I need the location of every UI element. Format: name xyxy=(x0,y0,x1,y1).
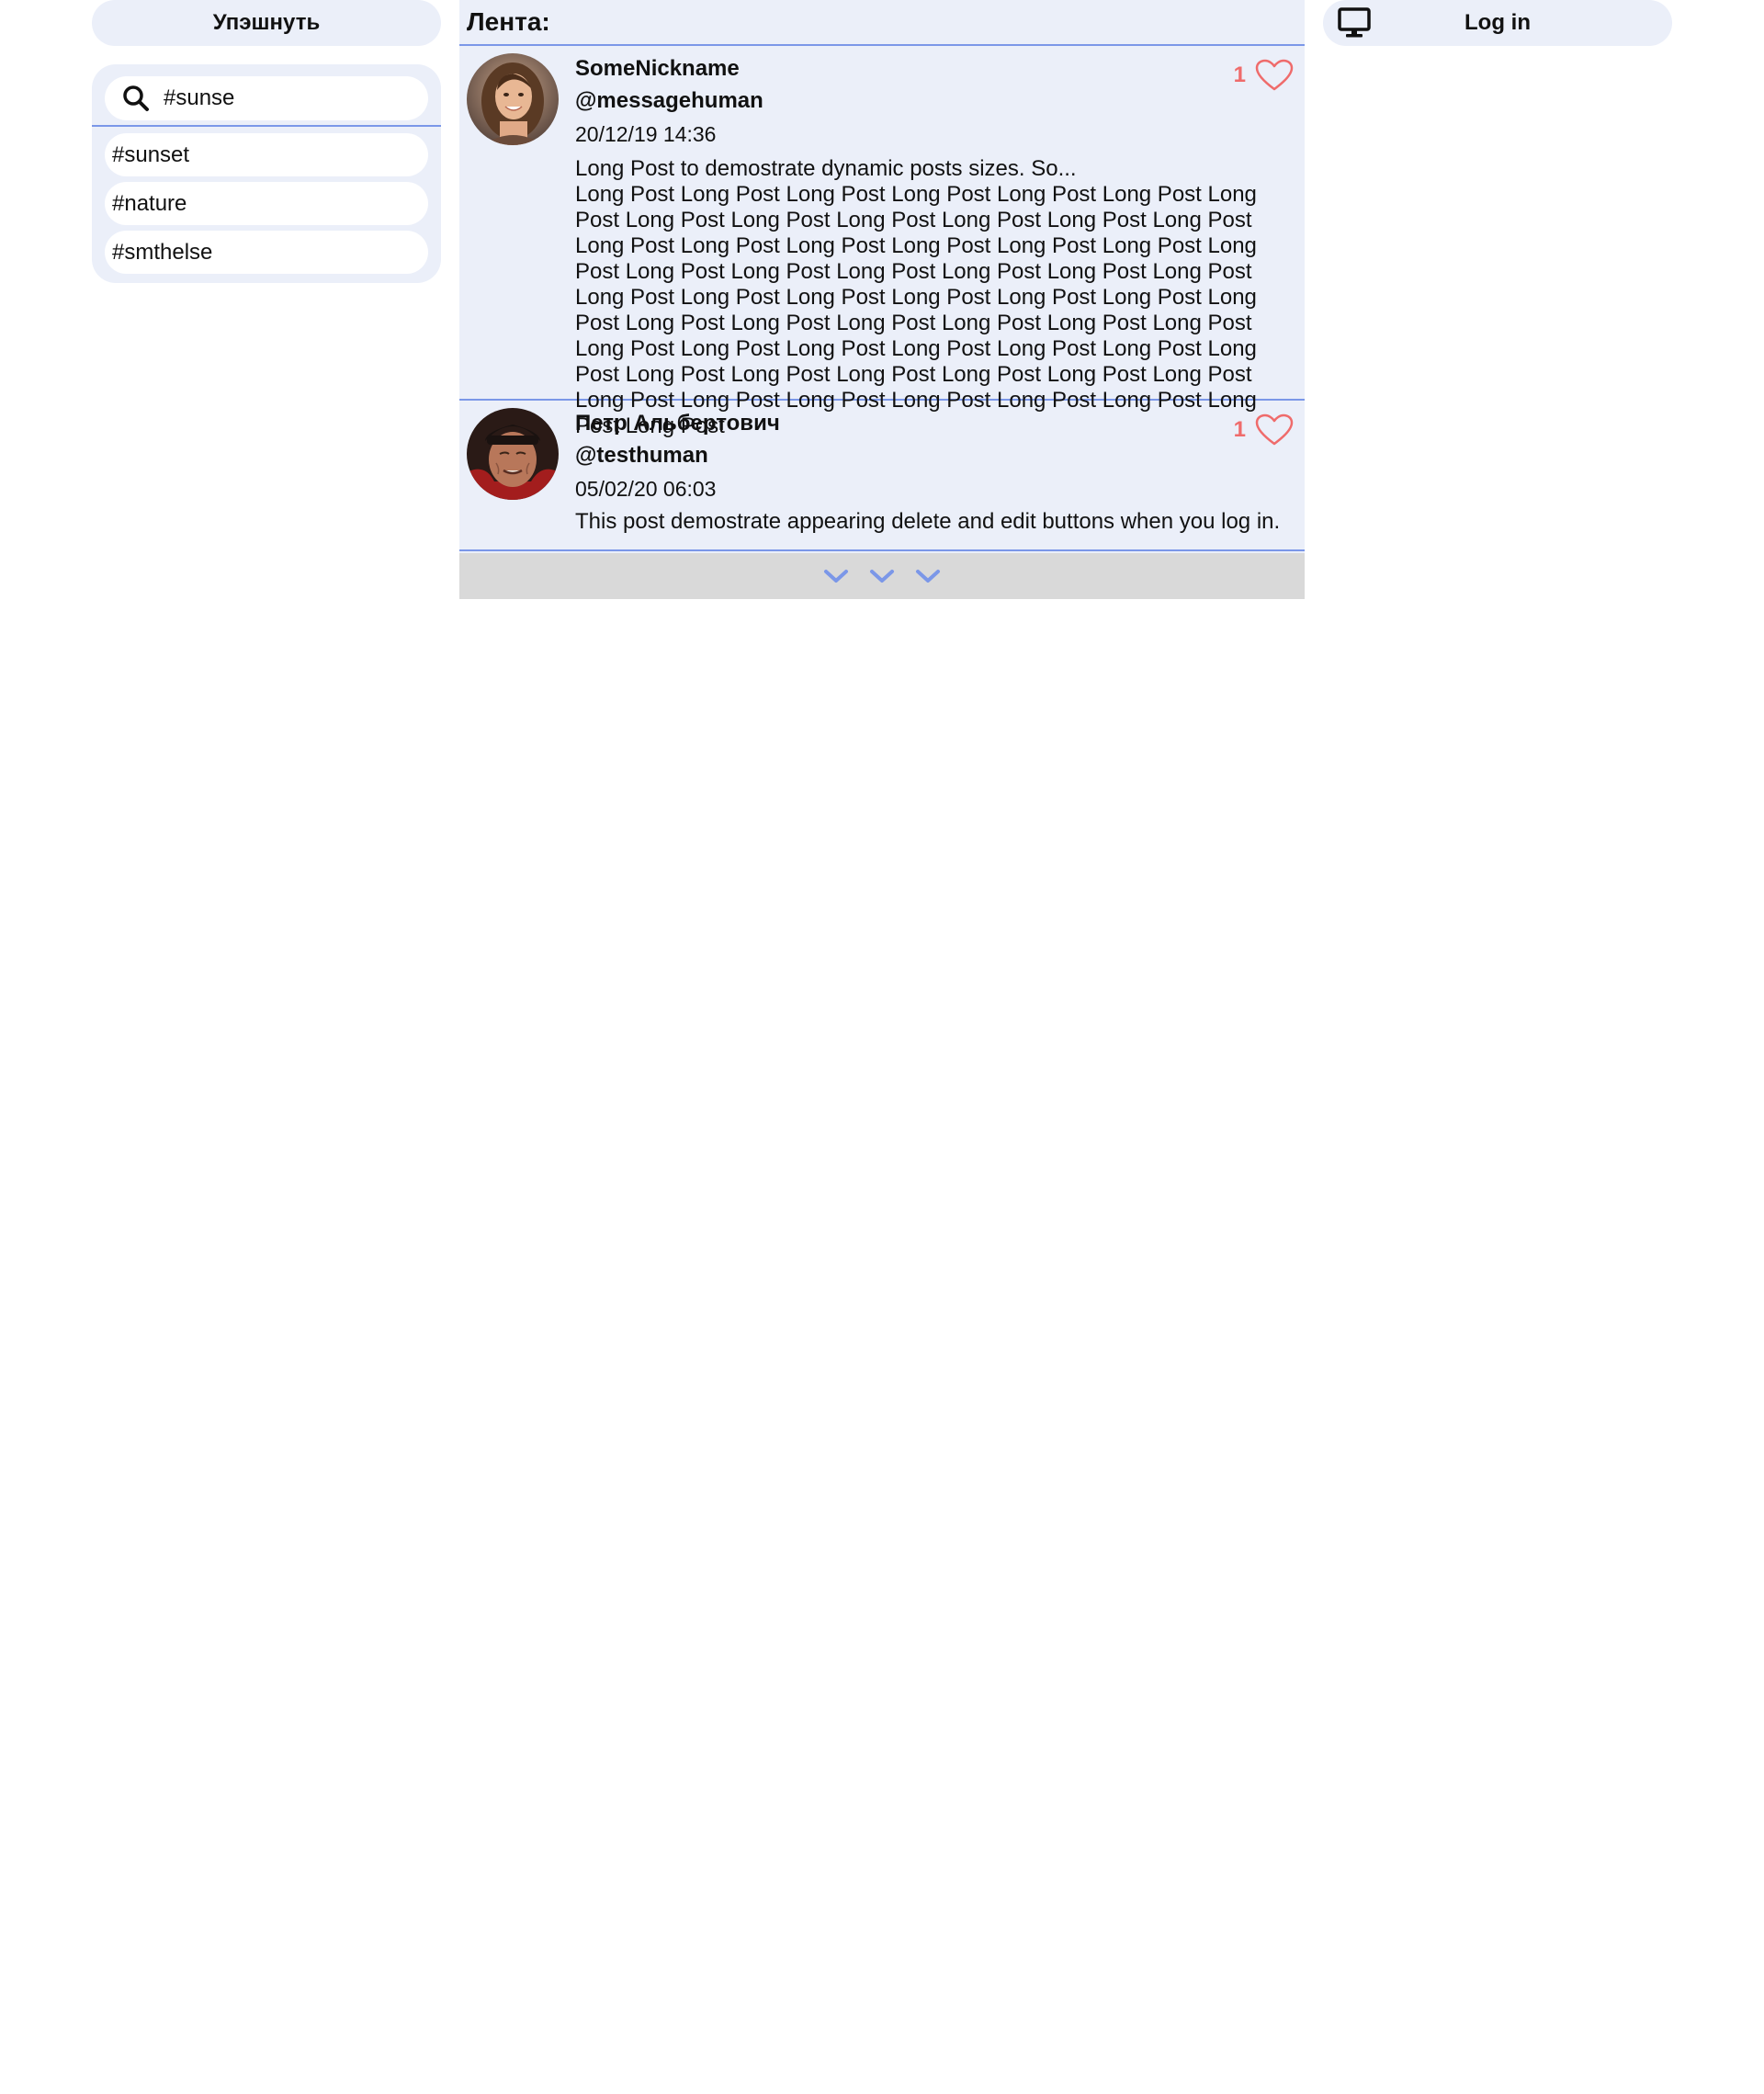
login-label: Log in xyxy=(1464,10,1531,35)
post-meta: SomeNickname @messagehuman 20/12/19 14:3… xyxy=(575,53,763,151)
author-handle[interactable]: @testhuman xyxy=(575,439,780,472)
suggestion-list: #sunset #nature #smthelse xyxy=(105,133,428,279)
post-date: 20/12/19 14:36 xyxy=(575,122,717,146)
post-text: This post demostrate appearing delete an… xyxy=(575,509,1292,535)
search-divider xyxy=(92,125,441,127)
chevron-down-icon xyxy=(916,570,940,583)
search-icon[interactable] xyxy=(119,82,153,115)
post-text: Long Post to demostrate dynamic posts si… xyxy=(575,156,1292,439)
like-count: 1 xyxy=(1233,62,1246,87)
login-button[interactable]: Log in xyxy=(1323,0,1672,46)
avatar[interactable] xyxy=(467,53,559,145)
suggestion-item[interactable]: #sunset xyxy=(105,133,428,176)
post-button-label: Упэшнуть xyxy=(212,10,321,35)
feed-title: Лента: xyxy=(459,0,1305,46)
post-card: Петр Альбертович @testhuman 05/02/20 06:… xyxy=(459,401,1305,551)
search-box xyxy=(105,76,428,120)
load-more-button[interactable] xyxy=(459,553,1305,599)
hashtag-search-panel: #sunset #nature #smthelse xyxy=(92,64,441,283)
post-meta: Петр Альбертович @testhuman 05/02/20 06:… xyxy=(575,408,780,505)
author-name[interactable]: SomeNickname xyxy=(575,53,763,85)
suggestion-item[interactable]: #smthelse xyxy=(105,231,428,274)
heart-icon[interactable] xyxy=(1255,413,1294,447)
author-handle[interactable]: @messagehuman xyxy=(575,85,763,118)
post-intro: Long Post to demostrate dynamic posts si… xyxy=(575,156,1077,181)
author-name[interactable]: Петр Альбертович xyxy=(575,408,780,439)
chevron-down-icon xyxy=(824,570,848,583)
chevron-down-icon xyxy=(870,570,894,583)
avatar[interactable] xyxy=(467,408,559,500)
like-count: 1 xyxy=(1233,417,1246,442)
post-body: This post demostrate appearing delete an… xyxy=(575,509,1281,534)
feed: Лента: SomeNickname @messagehuman 20/12/… xyxy=(459,0,1305,599)
post-card: SomeNickname @messagehuman 20/12/19 14:3… xyxy=(459,46,1305,438)
post-date: 05/02/20 06:03 xyxy=(575,477,717,501)
like-button[interactable]: 1 xyxy=(1234,413,1294,447)
suggestion-item[interactable]: #nature xyxy=(105,182,428,225)
post-button[interactable]: Упэшнуть xyxy=(92,0,441,46)
heart-icon[interactable] xyxy=(1255,59,1294,92)
search-input[interactable] xyxy=(164,85,412,111)
like-button[interactable]: 1 xyxy=(1234,59,1294,92)
